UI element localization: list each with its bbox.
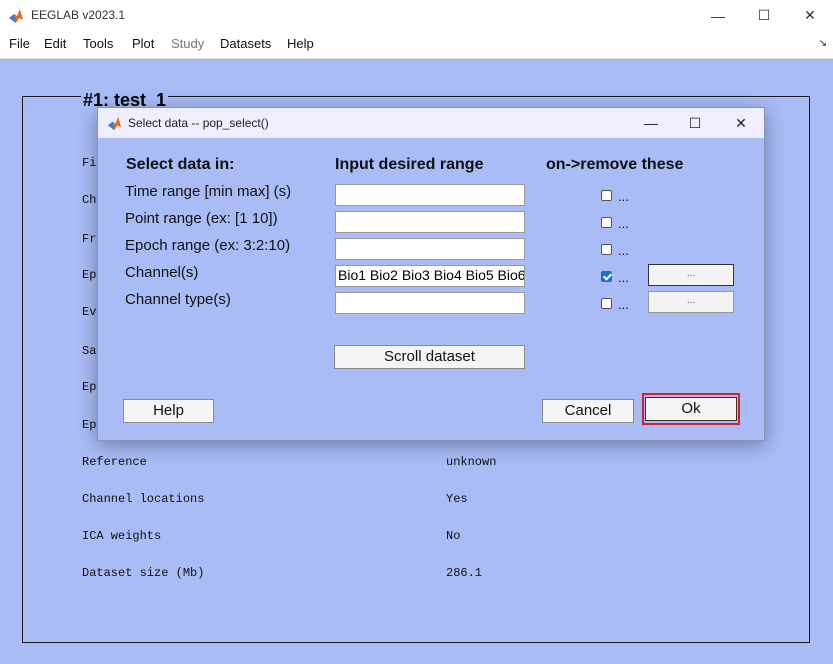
dialog-titlebar: Select data -- pop_select() — ☐ ✕ bbox=[98, 108, 764, 138]
help-button[interactable]: Help bbox=[123, 399, 214, 423]
ok-button[interactable]: Ok bbox=[645, 397, 737, 421]
info-value-dataset-size: 286.1 bbox=[446, 566, 483, 580]
info-label-epochs: Ep bbox=[82, 268, 97, 282]
info-value-channel-locations: Yes bbox=[446, 492, 468, 506]
info-value-reference: unknown bbox=[446, 455, 497, 469]
info-label-reference: Reference bbox=[82, 455, 147, 469]
channels-browse-button[interactable]: ... bbox=[648, 264, 734, 286]
channels-checkbox-label: ... bbox=[618, 270, 629, 285]
maximize-button[interactable]: ☐ bbox=[741, 0, 787, 31]
label-time-range: Time range [min max] (s) bbox=[125, 183, 292, 200]
menu-file[interactable]: File bbox=[9, 36, 30, 51]
menubar: File Edit Tools Plot Study Datasets Help… bbox=[0, 31, 833, 59]
matlab-logo-icon bbox=[107, 116, 122, 131]
time-range-checkbox[interactable] bbox=[601, 190, 612, 201]
menu-help[interactable]: Help bbox=[287, 36, 314, 51]
cancel-button[interactable]: Cancel bbox=[542, 399, 634, 423]
close-button[interactable]: ✕ bbox=[787, 0, 833, 31]
info-label-channels: Ch bbox=[82, 193, 97, 207]
header-input-range: Input desired range bbox=[335, 156, 484, 173]
menu-datasets[interactable]: Datasets bbox=[220, 36, 271, 51]
label-point-range: Point range (ex: [1 10]) bbox=[125, 210, 278, 227]
pop-select-dialog: Select data -- pop_select() — ☐ ✕ Select… bbox=[97, 107, 765, 441]
menu-plot[interactable]: Plot bbox=[132, 36, 154, 51]
info-label-channel-locations: Channel locations bbox=[82, 492, 205, 506]
main-titlebar: EEGLAB v2023.1 — ☐ ✕ bbox=[0, 0, 833, 31]
channel-type-checkbox-label: ... bbox=[618, 297, 629, 312]
channel-type-browse-button[interactable]: ... bbox=[648, 291, 734, 313]
label-epoch-range: Epoch range (ex: 3:2:10) bbox=[125, 237, 291, 254]
dialog-maximize-button[interactable]: ☐ bbox=[672, 108, 718, 138]
scroll-dataset-button[interactable]: Scroll dataset bbox=[334, 345, 525, 369]
info-label-epoch-end: Ep bbox=[82, 418, 97, 432]
minimize-button[interactable]: — bbox=[695, 0, 741, 31]
header-remove: on->remove these bbox=[546, 156, 684, 173]
channels-input[interactable]: Bio1 Bio2 Bio3 Bio4 Bio5 Bio6 bbox=[335, 265, 525, 287]
channels-checkbox[interactable] bbox=[601, 271, 612, 282]
channel-type-input[interactable] bbox=[335, 292, 525, 314]
label-channel-type: Channel type(s) bbox=[125, 291, 231, 308]
info-label-dataset-size: Dataset size (Mb) bbox=[82, 566, 205, 580]
menu-tools[interactable]: Tools bbox=[83, 36, 113, 51]
point-range-checkbox-label: ... bbox=[618, 216, 629, 231]
channel-type-checkbox[interactable] bbox=[601, 298, 612, 309]
menu-edit[interactable]: Edit bbox=[44, 36, 66, 51]
matlab-logo-icon bbox=[9, 9, 23, 23]
menu-study[interactable]: Study bbox=[171, 36, 204, 51]
maximize-icon: ☐ bbox=[688, 114, 702, 131]
dialog-close-button[interactable]: ✕ bbox=[718, 108, 764, 138]
info-value-ica-weights: No bbox=[446, 529, 461, 543]
epoch-range-checkbox-label: ... bbox=[618, 243, 629, 258]
maximize-icon: ☐ bbox=[757, 7, 771, 23]
close-icon: ✕ bbox=[735, 114, 747, 131]
info-label-frames: Fr bbox=[82, 232, 97, 246]
minimize-icon: — bbox=[644, 115, 658, 131]
window-title: EEGLAB v2023.1 bbox=[31, 8, 126, 22]
time-range-checkbox-label: ... bbox=[618, 189, 629, 204]
epoch-range-input[interactable] bbox=[335, 238, 525, 260]
point-range-checkbox[interactable] bbox=[601, 217, 612, 228]
close-icon: ✕ bbox=[804, 7, 816, 23]
resize-arrow-icon: ↘ bbox=[818, 38, 827, 49]
dialog-minimize-button[interactable]: — bbox=[628, 108, 674, 138]
minimize-icon: — bbox=[711, 7, 725, 24]
info-label-filename: Fi bbox=[82, 156, 97, 170]
info-label-events: Ev bbox=[82, 305, 97, 319]
dialog-title: Select data -- pop_select() bbox=[128, 116, 269, 130]
label-channels: Channel(s) bbox=[125, 264, 199, 281]
info-label-ica-weights: ICA weights bbox=[82, 529, 162, 543]
time-range-input[interactable] bbox=[335, 184, 525, 206]
point-range-input[interactable] bbox=[335, 211, 525, 233]
epoch-range-checkbox[interactable] bbox=[601, 244, 612, 255]
header-select-data: Select data in: bbox=[126, 156, 235, 173]
info-label-sampling: Sa bbox=[82, 344, 97, 358]
info-label-epoch-start: Ep bbox=[82, 380, 97, 394]
